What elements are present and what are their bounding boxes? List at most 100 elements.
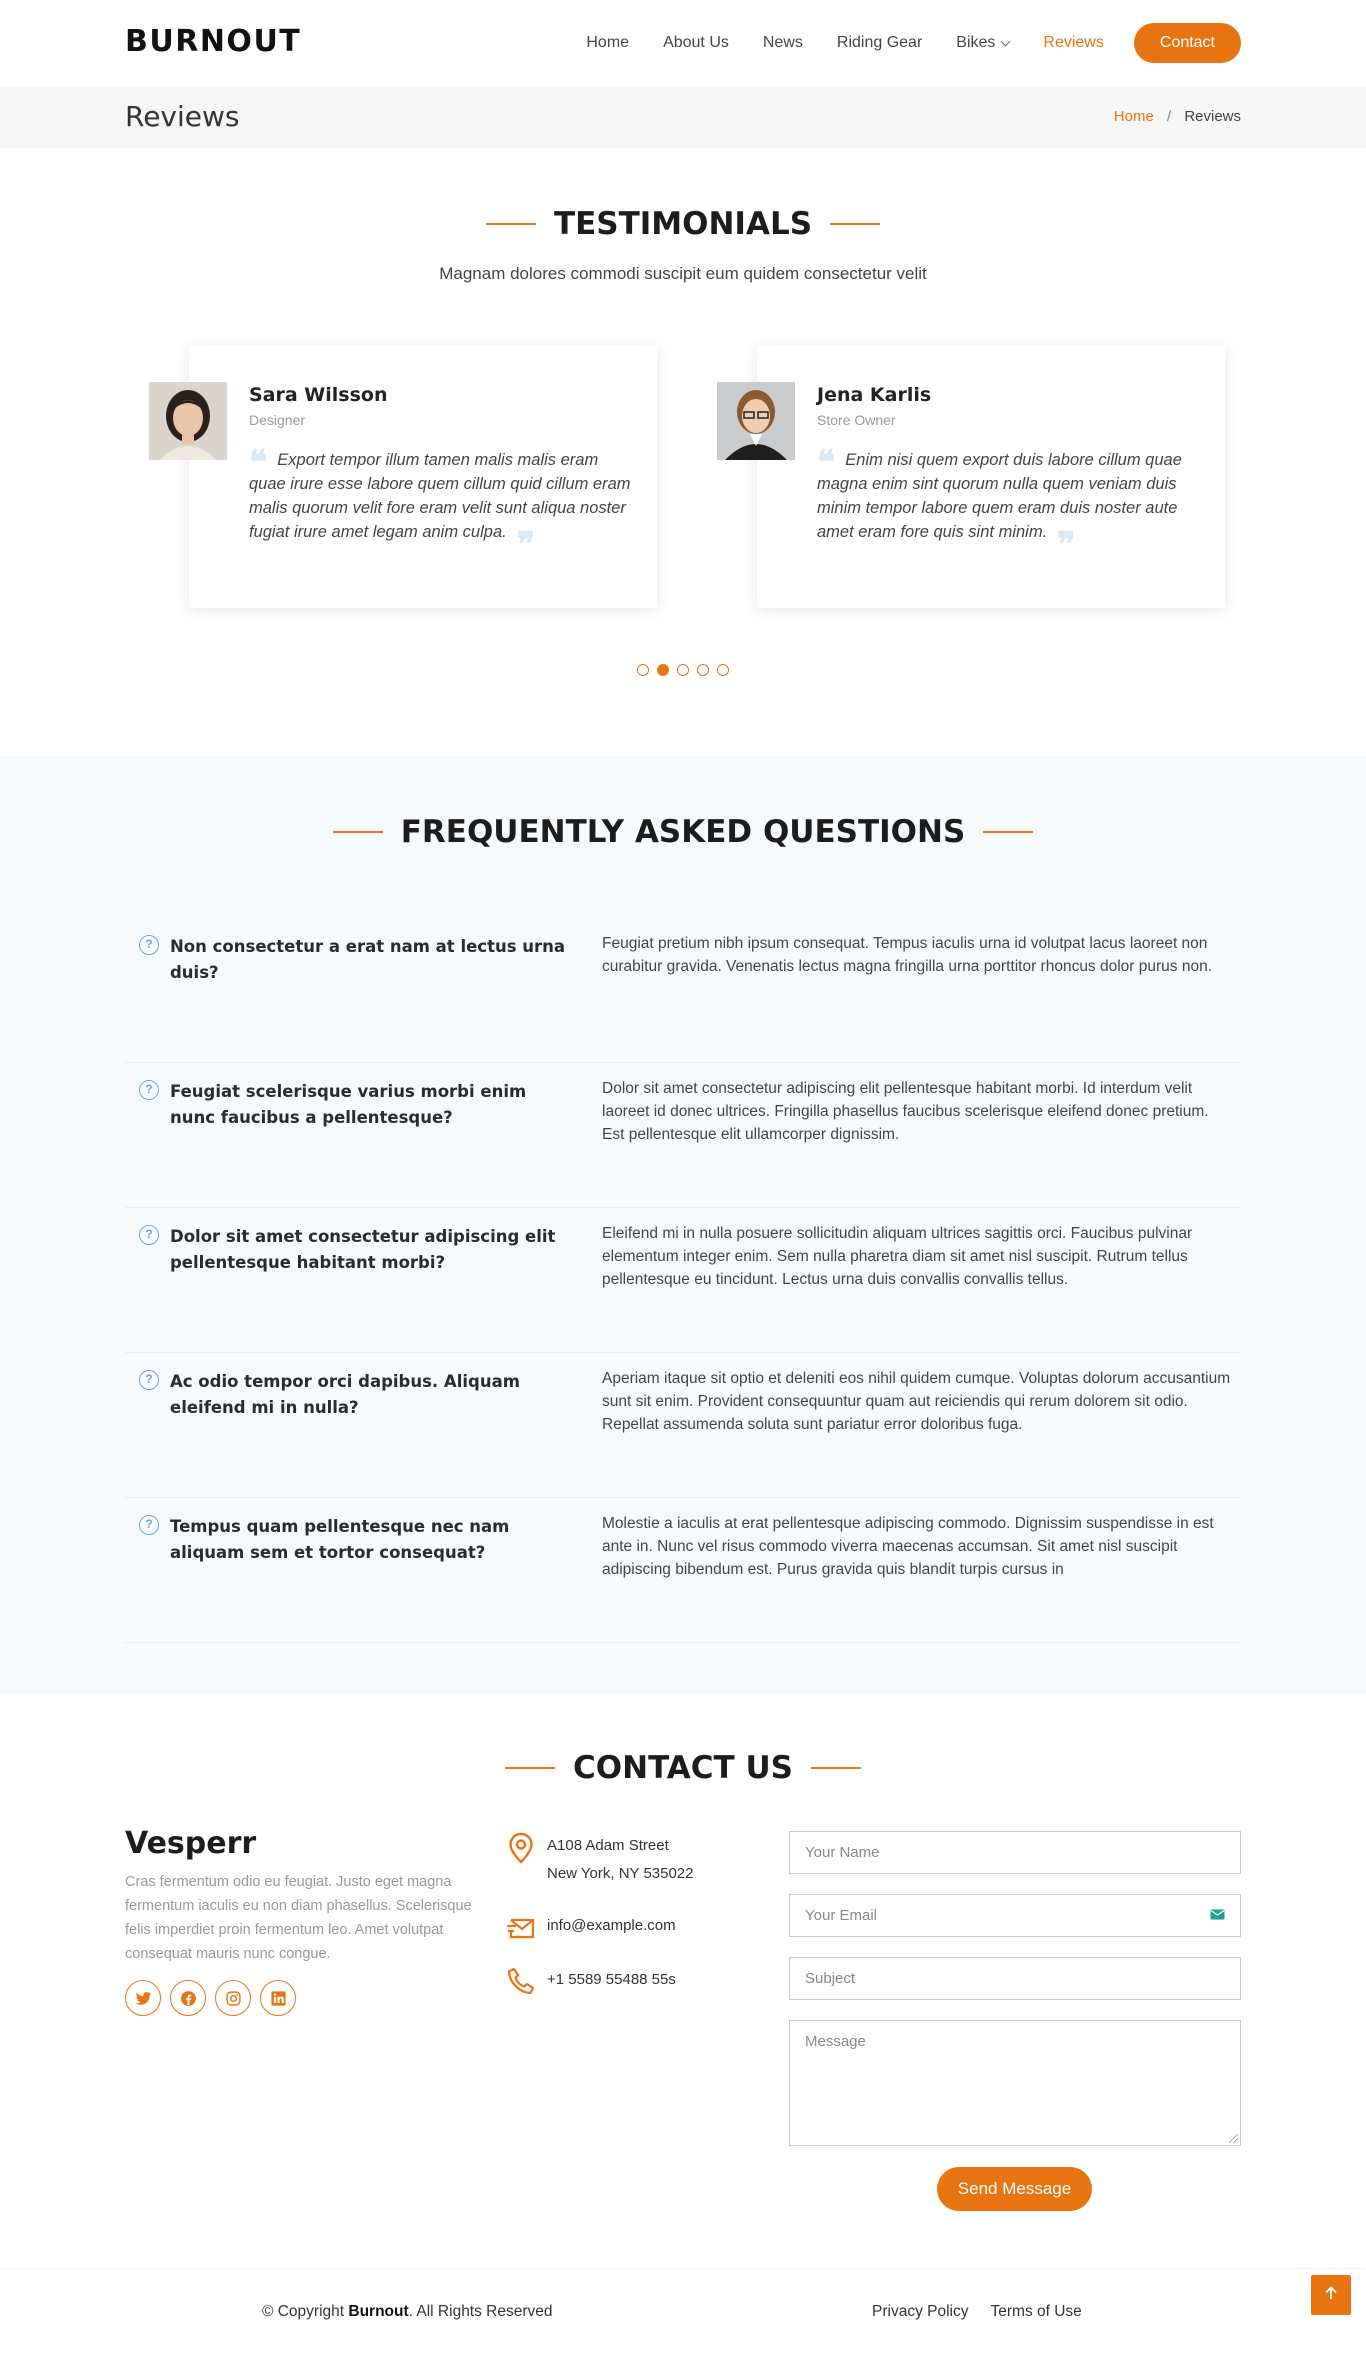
- nav-about-us[interactable]: About Us: [663, 34, 729, 52]
- contact-brand: Vesperr: [125, 1826, 257, 1861]
- faq-item: ? Non consectetur a erat nam at lectus ur…: [125, 918, 1241, 1063]
- nav-reviews[interactable]: Reviews: [1043, 34, 1103, 52]
- site-footer: © Copyright Burnout. All Rights Reserved…: [0, 2268, 1366, 2353]
- copyright: © Copyright Burnout. All Rights Reserved: [262, 2303, 553, 2321]
- contact-button[interactable]: Contact: [1133, 23, 1241, 63]
- contact-section: CONTACT US Vesperr Cras fermentum odio e…: [0, 1694, 1366, 2268]
- email-input[interactable]: Your Email: [789, 1894, 1241, 1937]
- name-placeholder: Your Name: [805, 1844, 880, 1861]
- linkedin-icon[interactable]: [260, 1980, 296, 2016]
- envelope-icon: [506, 1912, 536, 1942]
- testimonials-heading: TESTIMONIALS: [0, 206, 1366, 242]
- faq-item: ? Feugiat scelerisque varius morbi enim n…: [125, 1063, 1241, 1208]
- heading-line-left: [505, 1767, 556, 1769]
- faq-question: ? Feugiat scelerisque varius morbi enim n…: [139, 1079, 569, 1131]
- quote-left-icon: ❝: [249, 442, 268, 483]
- quote-right-icon: ❞: [1057, 524, 1076, 565]
- faq-answer: Feugiat pretium nibh ipsum consequat. Te…: [602, 935, 1213, 975]
- testimonial-quote-text: Export tempor illum tamen malis malis er…: [249, 451, 631, 541]
- nav-riding-gear[interactable]: Riding Gear: [837, 34, 922, 52]
- testimonial-role: Designer: [249, 412, 306, 428]
- chevron-down-icon: [1000, 36, 1011, 46]
- breadcrumb-separator: /: [1166, 108, 1172, 125]
- quote-left-icon: ❝: [817, 442, 836, 483]
- pagination-dot[interactable]: [637, 664, 649, 676]
- copyright-brand: Burnout: [348, 2303, 409, 2320]
- faq-question: ? Non consectetur a erat nam at lectus ur…: [139, 934, 569, 986]
- instagram-icon[interactable]: [215, 1980, 251, 2016]
- autofill-envelope-icon: [1210, 1907, 1225, 1924]
- phone-icon: [506, 1966, 536, 1996]
- testimonial-card: Sara Wilsson Designer ❝ Export tempor ill…: [149, 346, 657, 608]
- email-text[interactable]: info@example.com: [547, 1912, 676, 1942]
- breadcrumb: Home / Reviews: [1114, 108, 1241, 125]
- address-line-2: New York, NY 535022: [547, 1865, 694, 1882]
- faq-item: ? Ac odio tempor orci dapibus. Aliquam el…: [125, 1353, 1241, 1498]
- location-pin-icon: [506, 1832, 536, 1864]
- subject-input[interactable]: Subject: [789, 1957, 1241, 2000]
- avatar: [149, 382, 227, 460]
- faq-item: ? Tempus quam pellentesque nec nam aliqua…: [125, 1498, 1241, 1643]
- address-text: A108 Adam Street New York, NY 535022: [547, 1832, 694, 1888]
- pagination-dot-active[interactable]: [657, 664, 669, 676]
- faq-question-text: Ac odio tempor orci dapibus. Aliquam ele…: [170, 1372, 520, 1417]
- pagination-dot[interactable]: [697, 664, 709, 676]
- send-message-button[interactable]: Send Message: [937, 2167, 1092, 2211]
- nav-bikes[interactable]: Bikes: [956, 34, 1011, 52]
- facebook-icon[interactable]: [170, 1980, 206, 2016]
- faq-section: FREQUENTLY ASKED QUESTIONS ? Non consecte…: [0, 756, 1366, 1694]
- nav-home[interactable]: Home: [586, 34, 629, 52]
- heading-line-right: [810, 1767, 861, 1769]
- testimonial-name: Sara Wilsson: [249, 384, 388, 406]
- faq-question: ? Ac odio tempor orci dapibus. Aliquam el…: [139, 1369, 569, 1421]
- back-to-top-button[interactable]: [1311, 2275, 1351, 2315]
- faq-heading: FREQUENTLY ASKED QUESTIONS: [0, 814, 1366, 850]
- contact-heading: CONTACT US: [0, 1750, 1366, 1786]
- breadcrumb-home-link[interactable]: Home: [1114, 108, 1154, 125]
- twitter-icon[interactable]: [125, 1980, 161, 2016]
- quote-right-icon: ❞: [516, 524, 536, 565]
- social-links: [125, 1980, 296, 2016]
- contact-form: Your Name Your Email Subject Message: [789, 1831, 1241, 2166]
- privacy-policy-link[interactable]: Privacy Policy: [872, 2303, 968, 2320]
- question-circle-icon: ?: [139, 1370, 159, 1390]
- question-circle-icon: ?: [139, 1080, 159, 1100]
- testimonials-title: TESTIMONIALS: [553, 206, 813, 242]
- site-header: BURNOUT Home About Us News Riding Gear B…: [0, 0, 1366, 86]
- message-textarea[interactable]: Message: [789, 2020, 1241, 2146]
- footer-links: Privacy Policy Terms of Use: [872, 2303, 1100, 2321]
- question-circle-icon: ?: [139, 1225, 159, 1245]
- resize-handle-icon[interactable]: [1229, 2134, 1238, 2143]
- nav-bikes-label: Bikes: [956, 34, 996, 51]
- faq-question: ? Tempus quam pellentesque nec nam aliqua…: [139, 1514, 569, 1566]
- testimonial-quote-text: Enim nisi quem export duis labore cillum…: [817, 451, 1182, 541]
- faq-answer: Molestie a iaculis at erat pellentesque …: [602, 1515, 1214, 1578]
- question-circle-icon: ?: [139, 1515, 159, 1535]
- faq-answer: Eleifend mi in nulla posuere sollicitudi…: [602, 1225, 1193, 1288]
- nav-news[interactable]: News: [763, 34, 803, 52]
- faq-title: FREQUENTLY ASKED QUESTIONS: [400, 814, 966, 850]
- copyright-suffix: . All Rights Reserved: [408, 2303, 553, 2320]
- faq-answer: Aperiam itaque sit optio et deleniti eos…: [602, 1370, 1231, 1433]
- faq-answer: Dolor sit amet consectetur adipiscing el…: [602, 1080, 1209, 1143]
- contact-phone: +1 5589 55488 55s: [506, 1966, 676, 1996]
- testimonial-quote: ❝ Enim nisi quem export duis labore cillu…: [817, 442, 1202, 562]
- heading-line-left: [332, 831, 383, 833]
- pagination-dot[interactable]: [677, 664, 689, 676]
- site-logo[interactable]: BURNOUT: [125, 24, 301, 59]
- phone-text[interactable]: +1 5589 55488 55s: [547, 1966, 676, 1996]
- testimonial-name: Jena Karlis: [817, 384, 932, 406]
- message-placeholder: Message: [805, 2033, 866, 2050]
- faq-question-text: Tempus quam pellentesque nec nam aliquam…: [170, 1517, 510, 1562]
- name-input[interactable]: Your Name: [789, 1831, 1241, 1874]
- faq-question: ? Dolor sit amet consectetur adipiscing e…: [139, 1224, 569, 1276]
- testimonials-section: TESTIMONIALS Magnam dolores commodi susc…: [0, 148, 1366, 756]
- carousel-pagination: [0, 664, 1366, 676]
- terms-of-use-link[interactable]: Terms of Use: [991, 2303, 1082, 2320]
- address-line-1: A108 Adam Street: [547, 1837, 669, 1854]
- heading-line-right: [830, 223, 881, 225]
- contact-description: Cras fermentum odio eu feugiat. Justo eg…: [125, 1874, 472, 1962]
- heading-line-right: [983, 831, 1034, 833]
- pagination-dot[interactable]: [717, 664, 729, 676]
- faq-list: ? Non consectetur a erat nam at lectus ur…: [125, 918, 1241, 1643]
